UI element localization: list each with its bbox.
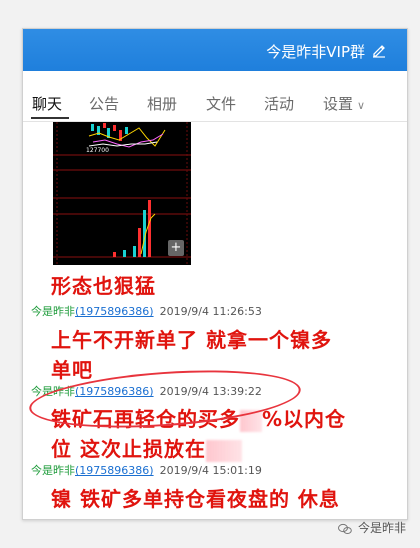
tab-bar: 聊天 公告 相册 文件 活动 设置 ∨ [23, 71, 407, 122]
message-time: 2019/9/4 15:01:19 [159, 464, 262, 477]
price-label: 127700 [86, 147, 109, 154]
edit-icon[interactable] [371, 42, 387, 58]
tab-settings-label: 设置 [323, 95, 354, 113]
tab-notice[interactable]: 公告 [89, 93, 119, 114]
watermark-text: 今是昨非 [357, 521, 406, 535]
message-text: 位 这次止损放在 [51, 433, 242, 462]
redacted-blur [205, 439, 242, 462]
sender-name[interactable]: 今是昨非 [31, 305, 75, 318]
active-tab-indicator [31, 117, 69, 119]
chat-content: 127700 + 形态也狠猛 今是昨非(1975896386) 2019/9/4 … [23, 122, 407, 519]
sender-name[interactable]: 今是昨非 [31, 464, 75, 477]
tab-album[interactable]: 相册 [147, 93, 177, 114]
message-text-part: 位 这次止损放在 [51, 437, 206, 461]
sender-id-link[interactable]: (1975896386) [75, 305, 154, 318]
message-text: 形态也狠猛 [51, 274, 156, 298]
sender-id-link[interactable]: (1975896386) [75, 464, 154, 477]
message-text: 上午不开新单了 就拿一个镍多 [51, 328, 332, 352]
group-chat-window: 今是昨非VIP群 聊天 公告 相册 文件 活动 设置 ∨ 127700 + 形态… [22, 28, 408, 520]
plus-magnifier-icon[interactable]: + [168, 240, 184, 256]
tab-settings[interactable]: 设置 ∨ [323, 93, 365, 114]
tab-activity[interactable]: 活动 [264, 93, 294, 114]
watermark: 今是昨非 [337, 519, 406, 536]
message-text: 镍 铁矿多单持仓看夜盘的 休息 [51, 487, 340, 511]
tab-files[interactable]: 文件 [206, 93, 236, 114]
message-meta: 今是昨非(1975896386) 2019/9/4 11:26:53 [31, 303, 262, 319]
tab-chat[interactable]: 聊天 [32, 93, 62, 114]
message-meta: 今是昨非(1975896386) 2019/9/4 15:01:19 [31, 462, 262, 478]
chevron-down-icon: ∨ [357, 99, 366, 112]
message-text: 单吧 [51, 358, 93, 382]
message-time: 2019/9/4 11:26:53 [159, 305, 262, 318]
group-title: 今是昨非VIP群 [266, 43, 365, 61]
title-bar: 今是昨非VIP群 [23, 29, 407, 71]
message-text-part: %以内仓 [262, 407, 347, 431]
wechat-channel-icon [337, 523, 352, 534]
